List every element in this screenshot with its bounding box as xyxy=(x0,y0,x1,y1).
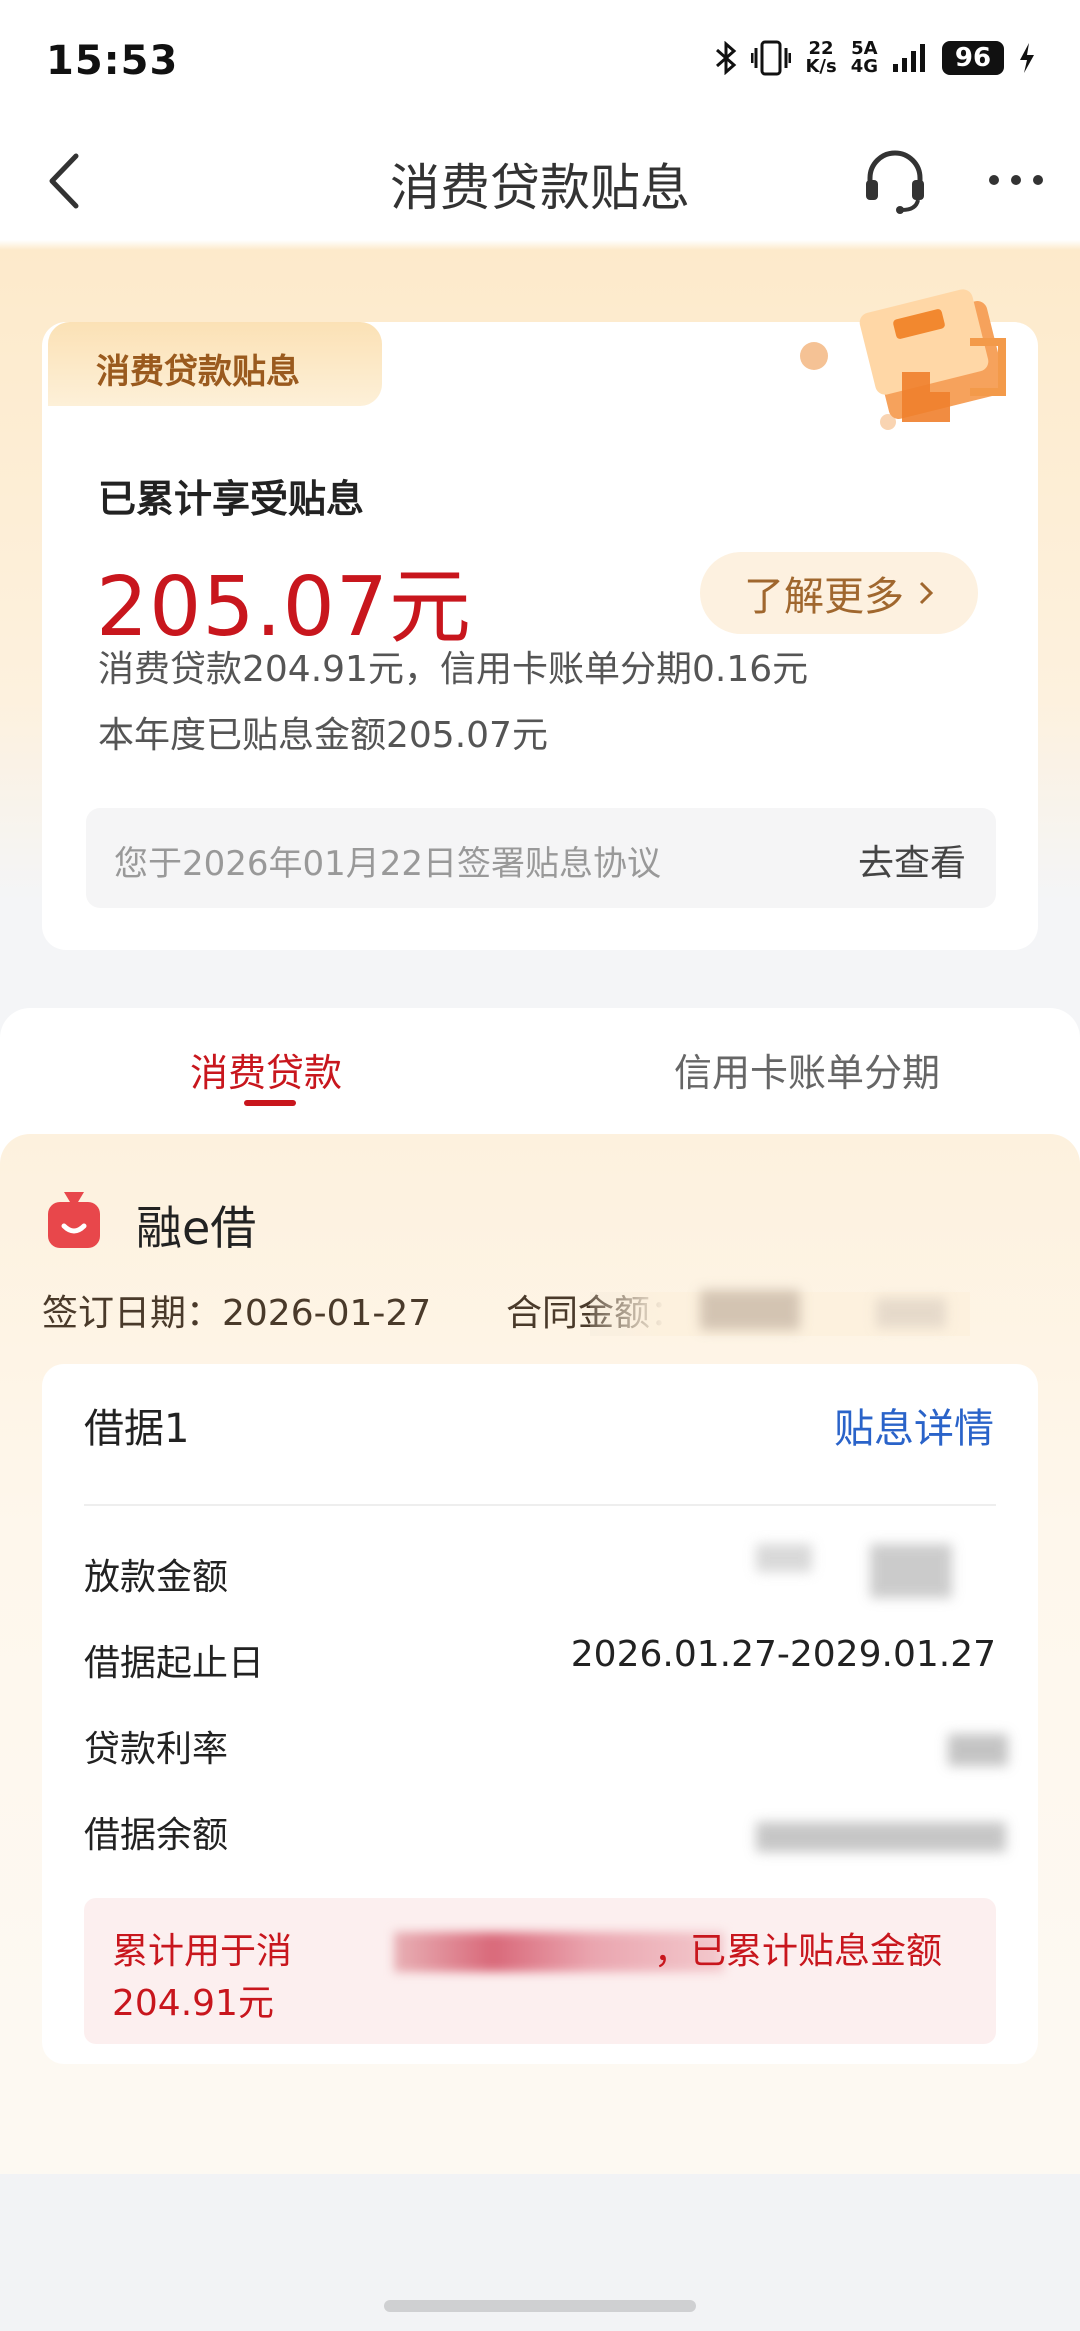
redaction-blur xyxy=(756,1822,1006,1852)
disbursement-amount-label: 放款金额 xyxy=(84,1557,229,1598)
agreement-row[interactable]: 您于2026年01月22日签署贴息协议 去查看 xyxy=(86,808,996,908)
navigation-bar: 消费贷款贴息 xyxy=(0,120,1080,240)
learn-more-button[interactable]: 了解更多 xyxy=(700,552,978,634)
product-name: 融e借 xyxy=(136,1201,257,1255)
tab-credit-card-installment[interactable]: 信用卡账单分期 xyxy=(674,1042,940,1097)
coupon-illustration-icon xyxy=(770,272,1050,442)
card-notch xyxy=(382,322,762,406)
money-bag-icon xyxy=(44,1188,104,1252)
network-speed: 22 K/s xyxy=(805,38,837,77)
battery-indicator: 96 xyxy=(942,41,1004,75)
sign-date: 签订日期：2026-01-27 xyxy=(42,1293,432,1334)
accumulated-subsidy-label: 已累计享受贴息 xyxy=(98,477,365,521)
notice-amount: 204.91元 xyxy=(112,1983,274,2024)
signal-label: 5A 4G xyxy=(850,38,878,77)
this-year-subsidy: 本年度已贴息金额205.07元 xyxy=(98,715,548,756)
headset-icon[interactable] xyxy=(858,144,932,218)
notice-prefix: 累计用于消 xyxy=(112,1931,293,1972)
learn-more-label: 了解更多 xyxy=(744,574,904,620)
divider xyxy=(84,1504,996,1506)
iou-balance-label: 借据余额 xyxy=(84,1815,229,1856)
status-bar: 15:53 22 K/s 5A 4G 96 xyxy=(0,0,1080,120)
redaction-blur xyxy=(876,1298,946,1328)
redaction-blur xyxy=(948,1734,1008,1766)
loan-rate-label: 贷款利率 xyxy=(84,1729,229,1770)
active-tab-indicator xyxy=(244,1100,296,1106)
agreement-text: 您于2026年01月22日签署贴息协议 xyxy=(114,844,662,884)
tab-consumer-loan[interactable]: 消费贷款 xyxy=(190,1042,342,1097)
redaction-blur xyxy=(756,1544,812,1572)
subsidy-detail-link[interactable]: 贴息详情 xyxy=(834,1396,994,1454)
subsidy-notice: 累计用于消 ，已累计贴息金额 204.91元 xyxy=(84,1898,996,2044)
subsidy-breakdown: 消费贷款204.91元，信用卡账单分期0.16元 xyxy=(98,649,809,690)
card-badge-label: 消费贷款贴息 xyxy=(96,352,300,392)
notice-suffix: ，已累计贴息金额 xyxy=(653,1931,942,1972)
iou-title: 借据1 xyxy=(84,1406,190,1452)
view-agreement-link[interactable]: 去查看 xyxy=(858,834,966,886)
status-icons: 22 K/s 5A 4G 96 xyxy=(715,40,1036,76)
iou-period-label: 借据起止日 xyxy=(84,1643,265,1684)
vibrate-icon xyxy=(751,40,792,76)
charging-icon xyxy=(1018,42,1036,74)
home-indicator[interactable] xyxy=(384,2300,696,2312)
more-icon[interactable] xyxy=(986,170,1046,190)
status-time: 15:53 xyxy=(46,38,179,84)
iou-period-value: 2026.01.27-2029.01.27 xyxy=(570,1634,996,1675)
redaction-blur xyxy=(700,1290,800,1330)
signal-bars-icon xyxy=(892,42,928,74)
chevron-right-icon xyxy=(918,570,934,616)
bluetooth-icon xyxy=(715,41,737,75)
redaction-blur xyxy=(870,1544,952,1598)
